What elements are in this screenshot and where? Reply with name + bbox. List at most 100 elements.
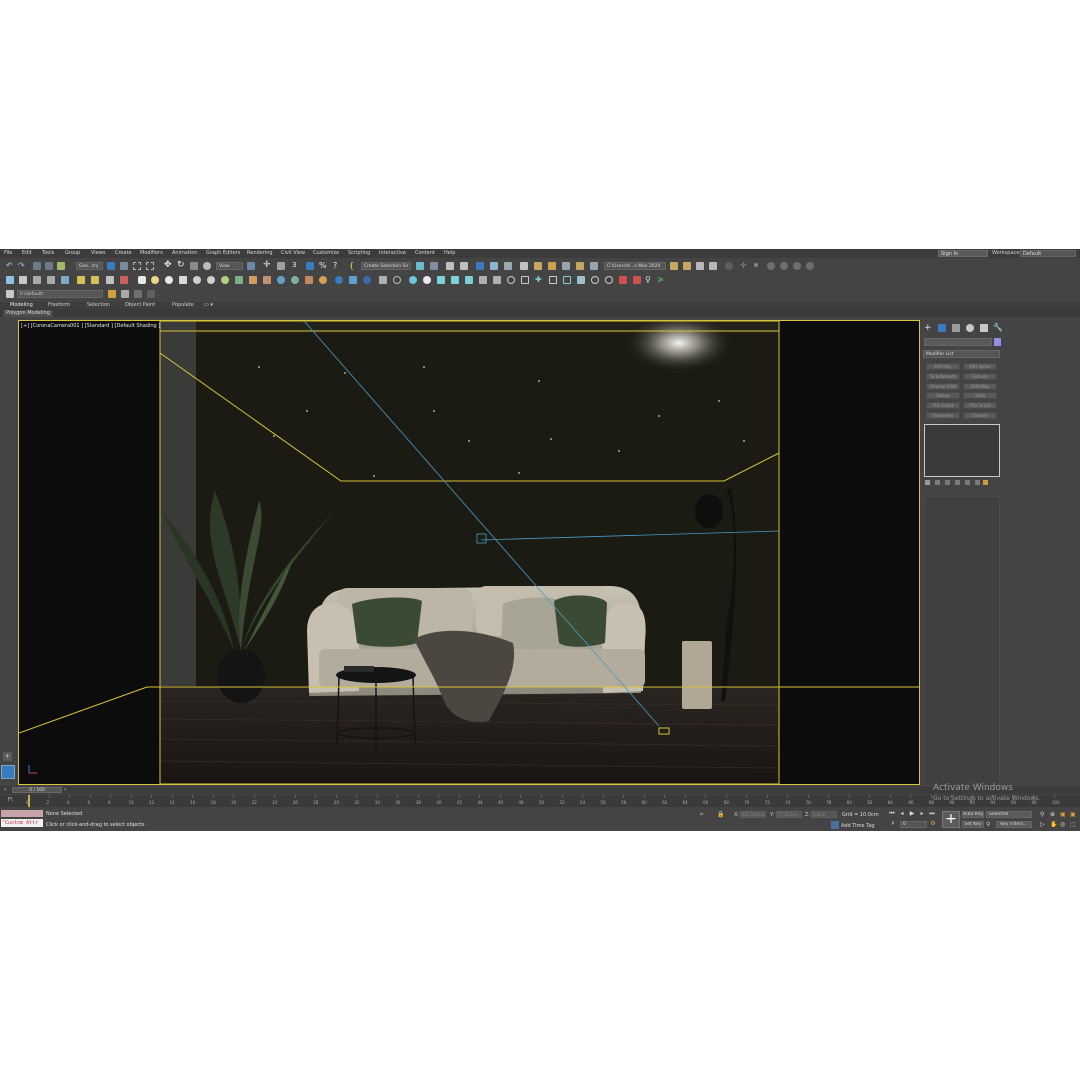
- zoom-extents-icon[interactable]: ▣: [1060, 811, 1066, 818]
- menu-group[interactable]: Group: [65, 250, 80, 256]
- corona-env-icon[interactable]: [221, 276, 229, 284]
- viewport-label[interactable]: [+] [CoronaCamera001 ] [Standard ] [Defa…: [21, 323, 160, 329]
- mod-edit-spline-button[interactable]: Edit Spline: [963, 363, 997, 370]
- toolbar-circle-icon-1[interactable]: [725, 262, 733, 270]
- add-viewport-icon[interactable]: +: [3, 752, 12, 761]
- toolbar-icon-b[interactable]: [709, 262, 717, 270]
- layer-select-icon[interactable]: [121, 290, 129, 298]
- tab-selection[interactable]: Selection: [87, 302, 110, 308]
- scene-icon-17[interactable]: [633, 276, 641, 284]
- render-production-icon[interactable]: [548, 262, 556, 270]
- helper-icon[interactable]: [120, 276, 128, 284]
- corona-icon-19[interactable]: [393, 276, 401, 284]
- menu-content[interactable]: Content: [415, 250, 435, 256]
- mod-sweep-button[interactable]: Sweep: [926, 392, 960, 399]
- select-by-name-icon[interactable]: [120, 262, 128, 270]
- z-coordinate-field[interactable]: 0.0cm: [811, 811, 837, 818]
- mod-edit-poly-button[interactable]: Edit Poly: [926, 363, 960, 370]
- selection-lock-icon[interactable]: 🔒: [717, 811, 724, 818]
- pan-icon[interactable]: ✋: [1050, 821, 1057, 828]
- show-end-result-icon[interactable]: [935, 480, 940, 485]
- menu-rendering[interactable]: Rendering: [247, 250, 273, 256]
- menu-civil-view[interactable]: Civil View: [281, 250, 305, 256]
- remove-modifier-icon[interactable]: [955, 480, 960, 485]
- object-name-field[interactable]: [924, 338, 992, 346]
- create-sphere-icon[interactable]: [19, 276, 27, 284]
- menu-interactive[interactable]: Interactive: [379, 250, 406, 256]
- corona-material-icon[interactable]: [193, 276, 201, 284]
- time-config-icon[interactable]: ⚙: [930, 821, 936, 827]
- key-mode-icon[interactable]: ⊧: [890, 821, 896, 827]
- mirror-icon[interactable]: [416, 262, 424, 270]
- open-project-icon[interactable]: [670, 262, 678, 270]
- layer-hide-icon[interactable]: [147, 290, 155, 298]
- corona-ball-icon[interactable]: [207, 276, 215, 284]
- toolbar-cross-icon[interactable]: ✛: [740, 262, 748, 270]
- sign-in-dropdown[interactable]: Sign In: [938, 250, 988, 257]
- polygon-modeling-panel[interactable]: Polygon Modeling: [3, 310, 53, 317]
- schematic-view-icon[interactable]: [490, 262, 498, 270]
- corona-icon-10[interactable]: [263, 276, 271, 284]
- snaps-toggle-icon[interactable]: 3: [292, 261, 300, 269]
- tab-populate[interactable]: Populate: [172, 302, 194, 308]
- key-filter-icon[interactable]: ⚲: [986, 821, 990, 828]
- corona-icon-18[interactable]: [379, 276, 387, 284]
- toolbar-circle-icon-5[interactable]: [806, 262, 814, 270]
- layer-freeze-icon[interactable]: [134, 290, 142, 298]
- y-coordinate-field[interactable]: 77.653cm: [776, 811, 802, 818]
- mod-ffd-3x3x3-button[interactable]: FFD 3x3x3: [963, 402, 997, 409]
- zoom-all-icon[interactable]: ⊕: [1050, 811, 1055, 818]
- scene-icon-18[interactable]: ♀: [645, 276, 653, 284]
- keyboard-shortcut-icon[interactable]: [277, 262, 285, 270]
- make-unique-icon[interactable]: [945, 480, 950, 485]
- scene-icon-10[interactable]: ✚: [535, 276, 543, 284]
- a360-gallery-icon[interactable]: [590, 262, 598, 270]
- project-folder-select[interactable]: C:\Users\h...s Max 2020: [604, 262, 666, 270]
- current-layer-select[interactable]: 0 (default): [17, 290, 103, 298]
- light-icon-1[interactable]: [77, 276, 85, 284]
- set-project-icon[interactable]: [683, 262, 691, 270]
- prev-frame-icon[interactable]: ◂: [899, 811, 905, 817]
- curve-editor-icon[interactable]: [476, 262, 484, 270]
- scene-icon-14[interactable]: [591, 276, 599, 284]
- add-time-tag-button[interactable]: Add Time Tag: [841, 823, 875, 829]
- scene-icon-13[interactable]: [577, 276, 585, 284]
- zoom-extents-all-icon[interactable]: ▣: [1070, 811, 1076, 818]
- time-tag-icon[interactable]: [831, 821, 839, 829]
- scene-icon-12[interactable]: [563, 276, 571, 284]
- render-cloud-icon[interactable]: [576, 262, 584, 270]
- menu-graph-editors[interactable]: Graph Editors: [206, 250, 240, 256]
- render-iterative-icon[interactable]: [562, 262, 570, 270]
- toggle-ribbon-icon[interactable]: [460, 262, 468, 270]
- scene-icon-2[interactable]: [423, 276, 431, 284]
- rendered-frame-icon[interactable]: [534, 262, 542, 270]
- layer-explorer-icon[interactable]: [446, 262, 454, 270]
- undo-icon[interactable]: ↶: [6, 262, 14, 270]
- corona-light-icon[interactable]: [151, 276, 159, 284]
- maxscript-listener-input[interactable]: [1, 810, 43, 817]
- track-bar-menu-icon[interactable]: F\: [8, 797, 13, 803]
- corona-icon-14[interactable]: [319, 276, 327, 284]
- scene-icon-1[interactable]: [409, 276, 417, 284]
- tab-object-paint[interactable]: Object Paint: [125, 302, 155, 308]
- slider-prev-icon[interactable]: ‹: [4, 786, 6, 793]
- toolbar-circle-icon-3[interactable]: [780, 262, 788, 270]
- scene-icon-4[interactable]: [451, 276, 459, 284]
- menu-file[interactable]: File: [4, 250, 12, 256]
- toolbar-icon-a[interactable]: [696, 262, 704, 270]
- zoom-icon[interactable]: ⚲: [1040, 811, 1044, 818]
- modifier-stack[interactable]: [924, 424, 1000, 477]
- mod-uvw-map-button[interactable]: UVW Map: [963, 383, 997, 390]
- redo-icon[interactable]: ↷: [18, 262, 26, 270]
- corona-proxy-icon[interactable]: [179, 276, 187, 284]
- render-setup-icon[interactable]: [520, 262, 528, 270]
- key-filters-button[interactable]: Key Filters...: [996, 821, 1032, 828]
- percent-snap-icon[interactable]: %: [319, 261, 327, 270]
- menu-help[interactable]: Help: [444, 250, 455, 256]
- scene-icon-3[interactable]: [437, 276, 445, 284]
- corona-icon-9[interactable]: [249, 276, 257, 284]
- corona-vfb-icon[interactable]: [349, 276, 357, 284]
- scene-icon-9[interactable]: [521, 276, 529, 284]
- corona-icon-8[interactable]: [235, 276, 243, 284]
- stack-icon-6[interactable]: [975, 480, 980, 485]
